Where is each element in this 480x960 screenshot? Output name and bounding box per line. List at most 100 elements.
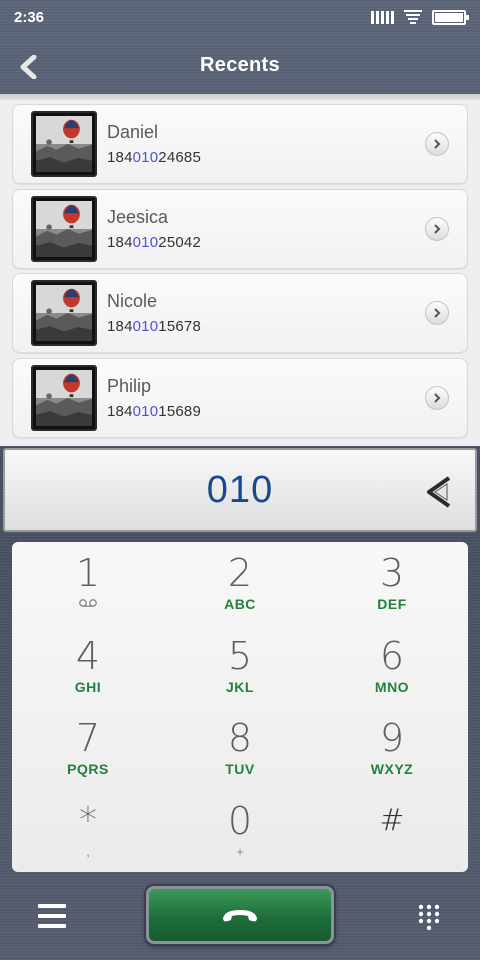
contact-detail-button[interactable] [425,385,449,410]
key-letters: GHI [74,678,102,695]
dialpad-icon [418,904,440,931]
balloon-photo-icon [36,285,92,341]
contact-number: 18401015678 [107,318,201,335]
phone-handset-icon [223,910,257,922]
number-suffix: 25042 [158,233,201,251]
chevron-right-icon [434,139,441,149]
key-6[interactable]: 6 MNO [316,625,468,708]
number-match-highlight: 010 [132,318,159,335]
page-title: Recents [200,53,280,76]
key-sub: , [86,843,90,859]
contact-number: 18401024685 [107,149,201,166]
avatar [31,111,97,177]
key-digit: 9 [379,716,405,760]
contact-name: Daniel [107,122,159,142]
dialed-number: 010 [206,468,274,511]
avatar [31,280,97,346]
call-button[interactable] [146,886,334,944]
contact-info: Daniel 18401024685 [107,122,201,166]
key-1[interactable]: 1 [12,542,164,625]
key-7[interactable]: 7 PQRS [12,707,164,790]
number-suffix: 15678 [158,318,201,335]
number-suffix: 24685 [158,149,201,166]
dialed-number-display: 010 [3,448,477,532]
number-prefix: 184 [107,233,133,251]
key-digit: 8 [227,716,253,760]
app-header: Recents [0,34,480,96]
backspace-icon [427,476,451,508]
contact-row-daniel[interactable]: Daniel 18401024685 [12,104,468,184]
key-digit: * [79,799,97,841]
key-digit: 2 [227,551,253,595]
contact-detail-button[interactable] [425,132,449,156]
number-suffix: 15689 [158,402,201,420]
contact-info: Nicole 18401015678 [107,291,201,335]
status-bar: 2:36 [0,0,480,34]
contact-detail-button[interactable] [425,301,449,325]
avatar [31,195,97,262]
status-icons [371,9,469,25]
back-button[interactable] [14,52,44,82]
key-letters: ABC [224,596,256,612]
wifi-icon [404,10,422,24]
balloon-photo-icon [36,200,92,257]
chevron-right-icon [434,223,441,234]
avatar [31,364,97,431]
key-digit: 6 [379,633,405,678]
key-letters: WXYZ [370,761,414,777]
key-digit: 3 [379,551,405,595]
contact-number: 18401025042 [107,234,201,251]
key-letters: TUV [225,761,255,777]
number-prefix: 184 [107,402,133,420]
contact-name: Jeesica [107,206,169,227]
battery-icon [432,9,469,25]
key-4[interactable]: 4 GHI [12,625,164,708]
dialpad-toggle-button[interactable] [416,904,442,931]
signal-icon [371,10,394,24]
key-star[interactable]: * , [12,790,164,873]
key-letters: JKL [226,678,254,695]
backspace-button[interactable] [423,474,455,510]
number-prefix: 184 [107,318,133,335]
balloon-photo-icon [36,116,92,172]
key-digit: 5 [227,633,253,678]
key-digit: 7 [75,716,101,760]
dial-keypad: 1 2 ABC 3 DEF 4 GHI 5 JKL 6 MNO 7 PQRS 8… [12,542,468,872]
key-sub: + [236,843,244,859]
recents-list: Daniel 18401024685 Jeesica 18401025042 N… [0,100,480,446]
contact-detail-button[interactable] [425,216,449,241]
contact-info: Philip 18401015689 [107,376,201,420]
chevron-right-icon [434,308,441,318]
number-match-highlight: 010 [132,402,159,420]
key-hash[interactable]: # [316,790,468,873]
contact-info: Jeesica 18401025042 [107,207,201,251]
number-match-highlight: 010 [132,233,159,251]
menu-icon [38,904,66,908]
key-digit: 4 [75,633,101,678]
key-letters: PQRS [67,761,109,777]
key-digit: 0 [227,798,253,843]
key-0[interactable]: 0 + [164,790,316,873]
chevron-right-icon [434,392,441,403]
menu-button[interactable] [38,904,66,928]
key-3[interactable]: 3 DEF [316,542,468,625]
number-match-highlight: 010 [132,149,159,166]
key-5[interactable]: 5 JKL [164,625,316,708]
number-prefix: 184 [107,149,133,166]
voicemail-icon [79,599,97,607]
contact-name: Philip [107,375,152,396]
contact-row-philip[interactable]: Philip 18401015689 [12,357,468,438]
status-time: 2:36 [14,8,45,26]
key-digit: 1 [75,551,101,595]
bottom-bar [0,872,480,960]
key-8[interactable]: 8 TUV [164,707,316,790]
key-digit: # [379,802,405,838]
key-2[interactable]: 2 ABC [164,542,316,625]
back-arrow-icon [20,55,37,79]
key-letters: DEF [377,596,407,612]
contact-row-nicole[interactable]: Nicole 18401015678 [12,273,468,353]
contact-row-jeesica[interactable]: Jeesica 18401025042 [12,188,468,269]
key-9[interactable]: 9 WXYZ [316,707,468,790]
contact-number: 18401015689 [107,403,201,420]
key-letters: MNO [374,678,410,695]
